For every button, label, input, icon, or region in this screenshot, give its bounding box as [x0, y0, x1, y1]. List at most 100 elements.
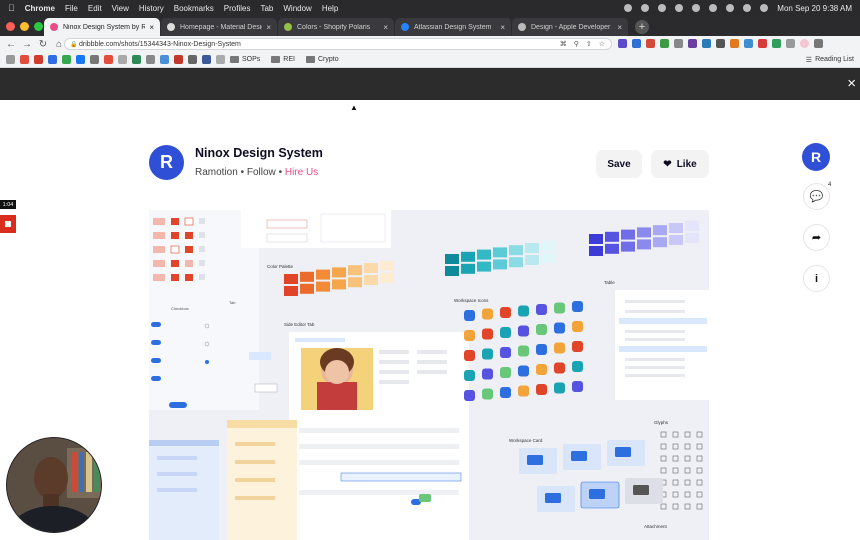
extension-icon[interactable]	[632, 39, 641, 48]
extension-icon[interactable]	[730, 39, 739, 48]
menu-help[interactable]: Help	[322, 4, 338, 13]
modal-backdrop[interactable]	[0, 68, 860, 100]
author-link[interactable]: Ramotion	[195, 167, 238, 178]
bookmark-icon[interactable]	[160, 55, 169, 64]
close-tab-icon[interactable]: ×	[149, 23, 154, 32]
spotlight-icon[interactable]	[743, 4, 752, 12]
workspace-icon	[554, 382, 565, 394]
extension-icon[interactable]	[716, 39, 725, 48]
new-tab-button[interactable]: +	[635, 20, 649, 34]
clock[interactable]: Mon Sep 20 9:38 AM	[777, 4, 852, 13]
share-status-icon[interactable]	[675, 4, 684, 12]
bookmark-star-icon[interactable]: ☆	[599, 40, 605, 48]
tab-polaris[interactable]: Colors - Shopify Polaris ×	[278, 18, 394, 36]
wifi-icon[interactable]	[709, 4, 718, 12]
bookmark-folder-rei[interactable]: REI	[271, 56, 295, 63]
extension-icon[interactable]	[674, 39, 683, 48]
info-button[interactable]: i	[803, 265, 830, 292]
bookmark-icon[interactable]	[48, 55, 57, 64]
close-window-button[interactable]	[6, 22, 15, 31]
extension-icon[interactable]	[646, 39, 655, 48]
palette-swatch	[316, 281, 330, 292]
gmail-icon[interactable]	[20, 55, 29, 64]
close-tab-icon[interactable]: ×	[383, 23, 388, 32]
github-status-icon[interactable]	[658, 4, 667, 12]
menu-edit[interactable]: Edit	[88, 4, 102, 13]
tab-ninox[interactable]: Ninox Design System by Ramotion ×	[44, 18, 160, 36]
tab-title: Design - Apple Developer	[531, 23, 611, 31]
youtube-icon[interactable]	[34, 55, 43, 64]
bookmark-icon[interactable]	[202, 55, 211, 64]
bookmark-folder-sops[interactable]: SOPs	[230, 56, 260, 63]
reading-list[interactable]: ☰ Reading List	[806, 56, 854, 64]
share-button[interactable]: ➦	[803, 224, 830, 251]
bookmarks-bar: SOPs REI Crypto ☰ Reading List	[0, 52, 860, 68]
back-icon[interactable]: ←	[6, 39, 16, 50]
menu-app[interactable]: Chrome	[25, 4, 55, 13]
workspace-icon	[518, 345, 529, 357]
facebook-icon[interactable]	[76, 55, 85, 64]
menu-bookmarks[interactable]: Bookmarks	[174, 4, 214, 13]
lock-icon[interactable]: 🔒	[70, 41, 77, 48]
record-status-icon[interactable]	[641, 4, 650, 12]
bookmark-icon[interactable]	[90, 55, 99, 64]
bookmark-icon[interactable]	[132, 55, 141, 64]
minimize-window-button[interactable]	[20, 22, 29, 31]
comments-button[interactable]: 💬	[803, 183, 830, 210]
bookmark-folder-crypto[interactable]: Crypto	[305, 56, 339, 63]
extension-icon[interactable]	[772, 39, 781, 48]
shot-image[interactable]: Checkbox Tab Color Palette Side Editor T…	[149, 210, 709, 540]
reload-icon[interactable]: ↻	[38, 39, 48, 50]
bookmark-icon[interactable]	[104, 55, 113, 64]
forward-icon[interactable]: →	[22, 39, 32, 50]
tab-apple[interactable]: Design - Apple Developer ×	[512, 18, 628, 36]
side-author-avatar[interactable]: R	[802, 143, 830, 171]
apple-icon[interactable]: 	[8, 3, 15, 13]
extension-icon[interactable]	[758, 39, 767, 48]
bookmark-icon[interactable]	[188, 55, 197, 64]
profile-avatar[interactable]	[800, 39, 809, 48]
menu-profiles[interactable]: Profiles	[224, 4, 251, 13]
dropbox-status-icon[interactable]	[692, 4, 701, 12]
tab-material[interactable]: Homepage - Material Design ×	[161, 18, 277, 36]
menu-window[interactable]: Window	[283, 4, 311, 13]
extension-icon[interactable]	[702, 39, 711, 48]
bookmark-icon[interactable]	[216, 55, 225, 64]
bookmark-icon[interactable]	[146, 55, 155, 64]
menu-view[interactable]: View	[112, 4, 129, 13]
extension-icon[interactable]	[688, 39, 697, 48]
hire-us-link[interactable]: Hire Us	[285, 167, 318, 178]
save-button[interactable]: Save	[596, 150, 642, 178]
extension-icon[interactable]	[660, 39, 669, 48]
control-center-icon[interactable]	[760, 4, 769, 12]
share-icon[interactable]: ⇧	[586, 40, 592, 48]
close-tab-icon[interactable]: ×	[266, 23, 271, 32]
bookmark-icon[interactable]	[62, 55, 71, 64]
tab-atlassian[interactable]: Atlassian Design System ×	[395, 18, 511, 36]
zoom-icon[interactable]: ⚲	[574, 40, 579, 48]
battery-icon[interactable]	[726, 4, 735, 12]
apps-icon[interactable]	[6, 55, 15, 64]
zoom-window-button[interactable]	[34, 22, 43, 31]
palette-swatch	[364, 263, 378, 273]
author-avatar[interactable]: R	[149, 145, 184, 180]
puzzle-icon[interactable]	[786, 39, 795, 48]
home-icon[interactable]: ⌂	[54, 39, 64, 50]
menu-file[interactable]: File	[65, 4, 78, 13]
close-tab-icon[interactable]: ×	[500, 23, 505, 32]
menu-dots-icon[interactable]	[814, 39, 823, 48]
bookmark-icon[interactable]	[118, 55, 127, 64]
stop-recording-button[interactable]	[0, 215, 16, 233]
menu-tab[interactable]: Tab	[260, 4, 273, 13]
close-tab-icon[interactable]: ×	[617, 23, 622, 32]
menu-history[interactable]: History	[139, 4, 164, 13]
like-button[interactable]: ❤ Like	[651, 150, 709, 178]
extension-icon[interactable]	[618, 39, 627, 48]
extension-icon[interactable]	[744, 39, 753, 48]
close-modal-icon[interactable]: ×	[847, 76, 856, 91]
address-bar[interactable]: 🔒 dribbble.com/shots/15344343-Ninox-Desi…	[64, 38, 612, 50]
follow-link[interactable]: Follow	[247, 167, 276, 178]
grid-icon[interactable]: ⌘	[560, 40, 567, 48]
settings-status-icon[interactable]	[624, 4, 633, 12]
bookmark-icon[interactable]	[174, 55, 183, 64]
